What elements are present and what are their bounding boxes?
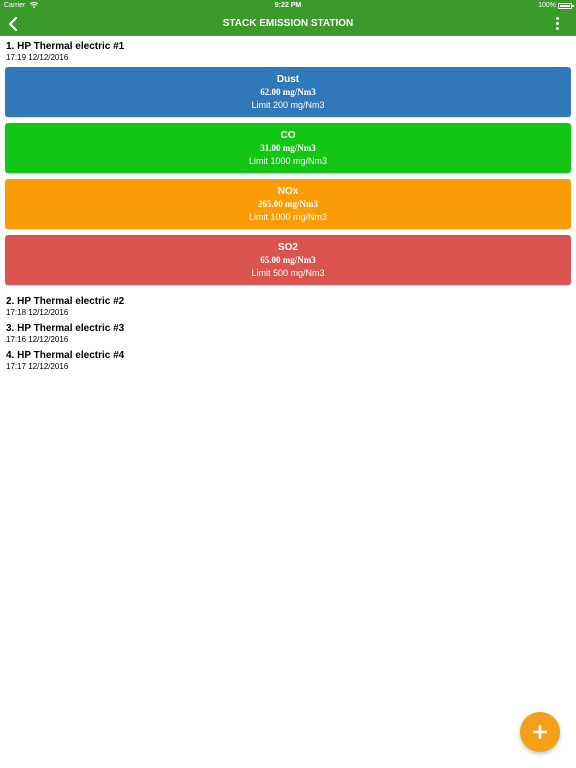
- plus-icon: [533, 725, 547, 739]
- readings-panel: Dust 62.00 mg/Nm3 Limit 200 mg/Nm3 CO 31…: [0, 67, 576, 285]
- pollutant-limit: Limit 500 mg/Nm3: [251, 268, 325, 278]
- reading-card-so2[interactable]: SO2 65.00 mg/Nm3 Limit 500 mg/Nm3: [5, 235, 571, 285]
- pollutant-value: 62.00 mg/Nm3: [260, 87, 316, 97]
- clock: 9:22 PM: [274, 2, 302, 9]
- battery-percent: 100%: [538, 2, 556, 9]
- battery-indicator: 100%: [538, 2, 574, 9]
- battery-icon: [558, 2, 574, 9]
- pollutant-name: Dust: [276, 74, 300, 85]
- pollutant-value: 65.00 mg/Nm3: [260, 255, 316, 265]
- station-item[interactable]: 3. HP Thermal electric #3 17:16 12/12/20…: [0, 318, 576, 345]
- status-bar: Carrier 9:22 PM 100%: [0, 0, 576, 12]
- station-name: 1. HP Thermal electric #1: [6, 41, 125, 52]
- reading-card-co[interactable]: CO 31.00 mg/Nm3 Limit 1000 mg/Nm3: [5, 123, 571, 173]
- station-name: 4. HP Thermal electric #4: [6, 350, 125, 361]
- station-list: 1. HP Thermal electric #1 17:19 12/12/20…: [0, 36, 576, 372]
- station-time: 17:18 12/12/2016: [6, 308, 69, 317]
- station-item[interactable]: 1. HP Thermal electric #1 17:19 12/12/20…: [0, 36, 576, 63]
- pollutant-limit: Limit 200 mg/Nm3: [251, 100, 325, 110]
- pollutant-value: 265.00 mg/Nm3: [258, 199, 318, 209]
- station-time: 17:17 12/12/2016: [6, 362, 69, 371]
- pollutant-limit: Limit 1000 mg/Nm3: [248, 156, 328, 166]
- station-item[interactable]: 4. HP Thermal electric #4 17:17 12/12/20…: [0, 345, 576, 372]
- pollutant-limit: Limit 1000 mg/Nm3: [248, 212, 328, 222]
- station-name: 3. HP Thermal electric #3: [6, 323, 125, 334]
- station-time: 17:19 12/12/2016: [6, 53, 69, 62]
- pollutant-name: CO: [280, 130, 296, 141]
- reading-card-nox[interactable]: NOx 265.00 mg/Nm3 Limit 1000 mg/Nm3: [5, 179, 571, 229]
- more-vertical-icon[interactable]: [554, 17, 560, 31]
- add-button[interactable]: [520, 712, 560, 752]
- reading-card-dust[interactable]: Dust 62.00 mg/Nm3 Limit 200 mg/Nm3: [5, 67, 571, 117]
- pollutant-name: SO2: [277, 242, 298, 253]
- page-title: STACK EMISSION STATION: [222, 18, 354, 29]
- pollutant-value: 31.00 mg/Nm3: [260, 143, 316, 153]
- nav-bar: STACK EMISSION STATION: [0, 12, 576, 36]
- pollutant-name: NOx: [277, 186, 299, 197]
- station-item[interactable]: 2. HP Thermal electric #2 17:18 12/12/20…: [0, 291, 576, 318]
- station-name: 2. HP Thermal electric #2: [6, 296, 125, 307]
- station-time: 17:16 12/12/2016: [6, 335, 69, 344]
